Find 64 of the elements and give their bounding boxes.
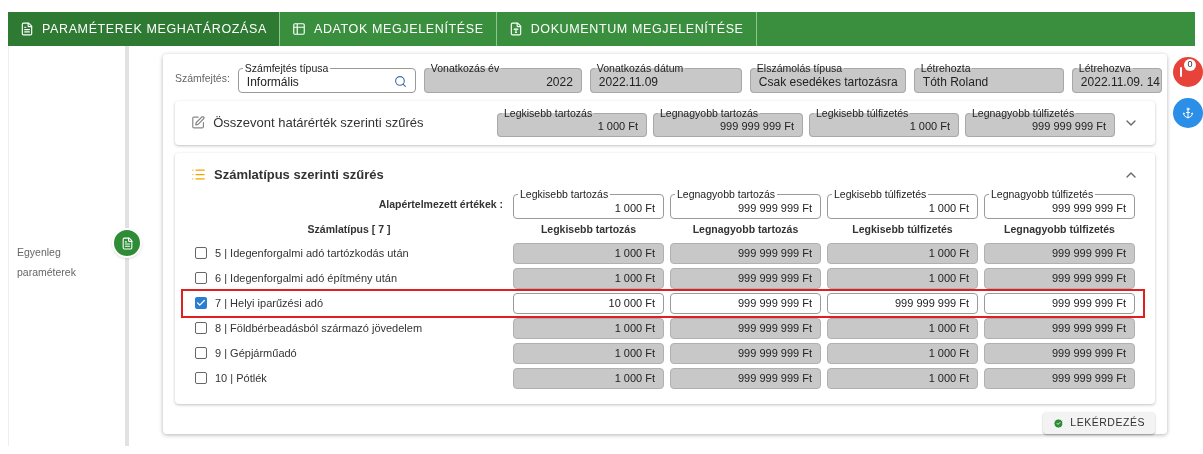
search-field[interactable]: Számfejtés típusa Informális <box>237 63 416 93</box>
row-label: 5 | Idegenforgalmi adó tartózkodás után <box>215 245 409 261</box>
tab[interactable]: PARAMÉTEREK MEGHATÁROZÁSA <box>8 12 280 46</box>
amount-field[interactable]: 999 999 999 Ft <box>827 292 978 314</box>
section-title: Összevont határérték szerinti szűrés <box>213 113 425 132</box>
document-icon <box>120 236 134 250</box>
query-button[interactable]: LEKÉRDEZÉS <box>1043 412 1155 434</box>
checkbox[interactable] <box>195 372 207 385</box>
amount-field[interactable]: 10 000 Ft <box>513 292 664 314</box>
amount-field[interactable]: 1 000 Ft <box>513 367 664 389</box>
column-header: Legkisebb túlfizetés <box>851 221 954 237</box>
document-icon <box>508 22 523 36</box>
row-label: 7 | Helyi iparűzési adó <box>215 295 324 311</box>
amount-field[interactable]: 1 000 Ft <box>827 367 978 389</box>
document-icon <box>20 22 34 36</box>
amount-field[interactable]: 1 000 Ft <box>513 317 664 339</box>
text-field[interactable]: Legkisebb túlfizetés 1 000 Ft <box>827 189 978 219</box>
alert-button[interactable]: 0 <box>1173 57 1203 87</box>
amount-field[interactable]: 999 999 999 Ft <box>670 267 821 289</box>
amount-field[interactable]: 999 999 999 Ft <box>984 317 1135 339</box>
amount-field[interactable]: 1 000 Ft <box>513 267 664 289</box>
step-label: Egyenleg paraméterek <box>17 245 77 280</box>
checkbox[interactable] <box>195 347 207 360</box>
checkbox[interactable] <box>195 322 207 335</box>
amount-field[interactable]: 999 999 999 Ft <box>670 292 821 314</box>
amount-field[interactable]: 1 000 Ft <box>513 342 664 364</box>
field-label: Számfejtés: <box>175 70 230 86</box>
amount-field[interactable]: 1 000 Ft <box>827 342 978 364</box>
amount-field[interactable]: 999 999 999 Ft <box>670 317 821 339</box>
checkbox[interactable] <box>195 297 207 310</box>
amount-field[interactable]: 999 999 999 Ft <box>670 367 821 389</box>
amount-field[interactable]: 999 999 999 Ft <box>984 267 1135 289</box>
amount-field[interactable]: 1 000 Ft <box>827 267 978 289</box>
column-header: Legnagyobb tartozás <box>691 221 800 237</box>
amount-field[interactable]: 999 999 999 Ft <box>984 242 1135 264</box>
amount-field[interactable]: 1 000 Ft <box>513 242 664 264</box>
text-field[interactable]: Legkisebb tartozás 1 000 Ft <box>513 189 664 219</box>
amount-field[interactable]: 999 999 999 Ft <box>670 342 821 364</box>
amount-field[interactable]: 1 000 Ft <box>827 242 978 264</box>
checkbox[interactable] <box>195 247 207 260</box>
checkbox[interactable] <box>195 272 207 285</box>
check-circle-icon <box>1053 417 1065 429</box>
row-label: 9 | Gépjárműadó <box>215 345 297 361</box>
edit-icon <box>191 115 206 131</box>
text-field[interactable]: Legnagyobb túlfizetés 999 999 999 Ft <box>984 189 1135 219</box>
amount-field[interactable]: 999 999 999 Ft <box>670 242 821 264</box>
amount-field[interactable]: 999 999 999 Ft <box>984 292 1135 314</box>
table-icon <box>291 22 306 36</box>
defaults-label: Alapértelmezett értékek : <box>377 196 504 212</box>
section-title: Számlatípus szerinti szűrés <box>214 165 384 184</box>
list-icon <box>191 167 206 183</box>
column-header: Legnagyobb túlfizetés <box>1003 221 1116 237</box>
amount-field[interactable]: 999 999 999 Ft <box>984 367 1135 389</box>
anchor-button[interactable] <box>1173 98 1203 128</box>
column-header: Legkisebb tartozás <box>539 221 638 237</box>
row-label: 8 | Földbérbeadásból származó jövedelem <box>215 320 423 336</box>
row-label: 10 | Pótlék <box>215 370 267 386</box>
row-label: 6 | Idegenforgalmi adó építmény után <box>215 270 398 286</box>
column-header: Számlatípus [ 7 ] <box>306 221 392 237</box>
amount-field[interactable]: 999 999 999 Ft <box>984 342 1135 364</box>
text-field[interactable]: Legnagyobb tartozás 999 999 999 Ft <box>670 189 821 219</box>
amount-field[interactable]: 1 000 Ft <box>827 317 978 339</box>
anchor-icon <box>1182 107 1194 119</box>
search-icon[interactable] <box>393 75 407 89</box>
